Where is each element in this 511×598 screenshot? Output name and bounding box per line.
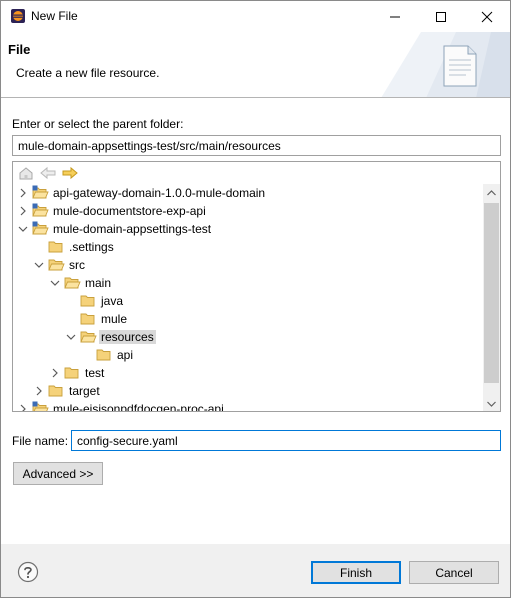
tree-item-label: mule-documentstore-exp-api [53,204,206,218]
folder-icon [80,313,95,325]
tree-item-label: api [117,348,134,362]
folder-icon [48,241,63,253]
tree-item-label: mule-eisisonpdfdocgen-proc-api [53,402,224,412]
finish-button[interactable]: Finish [311,561,401,584]
tree-item-folder[interactable]: java [13,292,483,310]
open-folder-icon [80,331,97,343]
file-name-input[interactable] [71,430,501,451]
collapsed-chevron-icon[interactable] [18,403,28,412]
maximize-icon [436,11,446,22]
tree-item-label: mule [101,312,128,326]
chevron-up-icon [487,189,496,195]
forward-arrow-icon[interactable] [62,166,78,180]
tree-item-label: .settings [69,240,114,254]
project-folder-icon [32,401,49,411]
tree-scrollbar[interactable] [483,184,500,411]
title-bar[interactable]: New File [1,1,510,32]
home-icon[interactable] [18,166,34,180]
expanded-chevron-icon[interactable] [18,223,28,235]
banner-description: Create a new file resource. [16,66,160,80]
scroll-down-button[interactable] [483,395,500,411]
tree-item-folder[interactable]: mule [13,310,483,328]
new-file-dialog: New File File Create a new file resource… [0,0,511,598]
advanced-button[interactable]: Advanced >> [13,462,103,485]
banner-title: File [8,42,31,57]
project-folder-icon [32,221,49,235]
close-button[interactable] [464,1,510,32]
collapsed-chevron-icon[interactable] [18,187,28,199]
scroll-thumb[interactable] [484,203,499,383]
help-icon[interactable] [17,561,39,583]
collapsed-chevron-icon[interactable] [34,385,44,397]
folder-icon [48,385,63,397]
new-file-banner-icon [381,32,510,97]
eclipse-app-icon [11,9,25,23]
project-folder-icon [32,203,49,217]
collapsed-chevron-icon[interactable] [50,367,60,379]
tree-item-project[interactable]: api-gateway-domain-1.0.0-mule-domain [13,184,483,202]
folder-icon [80,295,95,307]
tree-item-label: java [101,294,124,308]
tree-item-label: mule-domain-appsettings-test [53,222,212,236]
tree-list: api-gateway-domain-1.0.0-mule-domain mule… [13,184,483,412]
chevron-down-icon [487,401,496,407]
maximize-button[interactable] [418,1,464,32]
tree-item-folder[interactable]: .settings [13,238,483,256]
tree-toolbar [13,162,483,184]
scroll-up-button[interactable] [483,184,500,201]
tree-item-label: api-gateway-domain-1.0.0-mule-domain [53,186,266,200]
folder-icon [96,349,111,361]
tree-item-folder[interactable]: resources [13,328,483,346]
wizard-banner: File Create a new file resource. [1,32,510,98]
tree-item-project[interactable]: mule-eisisonpdfdocgen-proc-api [13,400,483,412]
expanded-chevron-icon[interactable] [66,331,76,343]
tree-item-folder[interactable]: test [13,364,483,382]
minimize-button[interactable] [372,1,418,32]
back-arrow-icon[interactable] [40,166,56,180]
tree-item-label: resources [99,330,156,344]
tree-item-folder[interactable]: src [13,256,483,274]
open-folder-icon [48,259,65,271]
tree-item-folder[interactable]: target [13,382,483,400]
open-folder-icon [64,277,81,289]
window-title: New File [31,9,78,23]
parent-folder-label: Enter or select the parent folder: [12,117,184,131]
folder-tree[interactable]: api-gateway-domain-1.0.0-mule-domain mule… [12,161,501,412]
expanded-chevron-icon[interactable] [50,277,60,289]
collapsed-chevron-icon[interactable] [18,205,28,217]
tree-item-project[interactable]: mule-documentstore-exp-api [13,202,483,220]
expanded-chevron-icon[interactable] [34,259,44,271]
folder-icon [64,367,79,379]
minimize-icon [390,16,400,17]
tree-item-folder[interactable]: api [13,346,483,364]
close-icon [481,11,493,22]
tree-item-folder[interactable]: main [13,274,483,292]
tree-item-label: target [69,384,100,398]
file-name-label: File name: [12,434,69,448]
tree-item-label: main [85,276,112,290]
tree-item-project[interactable]: mule-domain-appsettings-test [13,220,483,238]
tree-item-label: test [85,366,105,380]
parent-folder-input[interactable] [12,135,501,156]
cancel-button[interactable]: Cancel [409,561,499,584]
project-folder-icon [32,185,49,199]
tree-item-label: src [69,258,85,272]
